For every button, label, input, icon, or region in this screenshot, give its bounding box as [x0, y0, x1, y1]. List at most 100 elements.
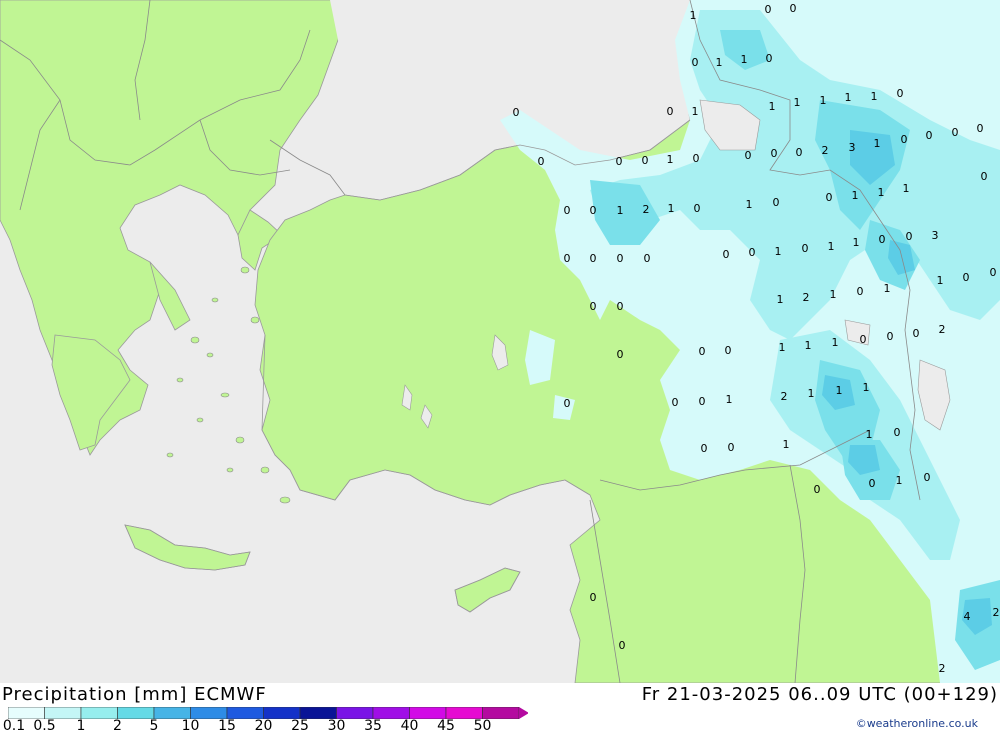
precip-value-label: 0	[672, 396, 679, 409]
credit: ©weatheronline.co.uk	[855, 717, 978, 730]
precip-value-label: 1	[832, 336, 839, 349]
precip-value-label: 2	[643, 203, 650, 216]
precip-value-label: 1	[828, 240, 835, 253]
precip-value-label: 1	[794, 96, 801, 109]
scale-label: 40	[400, 718, 419, 734]
precip-value-label: 1	[937, 274, 944, 287]
precip-value-label: 0	[538, 155, 545, 168]
precip-value-label: 0	[564, 204, 571, 217]
precip-value-label: 1	[903, 182, 910, 195]
precip-value-label: 1	[830, 288, 837, 301]
precip-value-label: 1	[836, 384, 843, 397]
precip-value-label: 0	[901, 133, 908, 146]
precip-value-label: 0	[857, 285, 864, 298]
scale-label: 2	[113, 718, 122, 734]
scale-swatch	[80, 707, 118, 719]
precip-value-label: 1	[896, 474, 903, 487]
precip-value-label: 0	[826, 191, 833, 204]
precip-value-label: 1	[884, 282, 891, 295]
precip-value-label: 0	[642, 154, 649, 167]
precip-value-label: 1	[871, 90, 878, 103]
precip-value-label: 0	[564, 397, 571, 410]
precip-value-label: 1	[716, 56, 723, 69]
precip-value-label: 0	[692, 56, 699, 69]
precip-value-label: 0	[699, 395, 706, 408]
precip-value-label: 0	[796, 146, 803, 159]
precip-value-label: 3	[849, 141, 856, 154]
precip-value-label: 1	[808, 387, 815, 400]
precip-value-label: 0	[790, 2, 797, 15]
scale-label: 45	[437, 718, 455, 734]
precip-value-label: 0	[617, 348, 624, 361]
precip-value-label: 1	[775, 245, 782, 258]
precip-value-label: 0	[693, 152, 700, 165]
precip-value-label: 0	[981, 170, 988, 183]
precip-value-label: 0	[887, 330, 894, 343]
precip-value-label: 0	[894, 426, 901, 439]
precip-value-label: 0	[728, 441, 735, 454]
precip-value-label: 1	[805, 339, 812, 352]
precip-value-label: 0	[725, 344, 732, 357]
precip-value-label: 0	[924, 471, 931, 484]
precip-value-label: 0	[745, 149, 752, 162]
precip-value-label: 0	[771, 147, 778, 160]
precip-value-label: 0	[860, 333, 867, 346]
precip-value-label: 0	[644, 252, 651, 265]
precip-value-label: 1	[863, 381, 870, 394]
precip-value-label: 1	[852, 189, 859, 202]
precip-value-label: 1	[746, 198, 753, 211]
precip-value-label: 1	[617, 204, 624, 217]
scale-label: 0.1	[2, 718, 26, 734]
precip-value-label: 0	[814, 483, 821, 496]
precip-value-label: 0	[766, 52, 773, 65]
precip-value-label: 0	[723, 248, 730, 261]
precip-value-label: 0	[926, 129, 933, 142]
precip-value-label: 1	[692, 105, 699, 118]
precip-value-label: 4	[964, 610, 971, 623]
precip-value-label: 1	[668, 202, 675, 215]
precip-value-label: 0	[619, 639, 626, 652]
precip-value-label: 2	[822, 144, 829, 157]
precip-value-label: 1	[853, 236, 860, 249]
precip-value-label: 0	[617, 252, 624, 265]
precip-value-label: 0	[617, 300, 624, 313]
precip-value-label: 0	[977, 122, 984, 135]
scale-arrow	[519, 707, 528, 719]
precip-value-label: 0	[952, 126, 959, 139]
scale-label: 50	[473, 718, 492, 734]
precip-value-label: 2	[993, 606, 1000, 619]
scale-label: 1	[76, 718, 86, 734]
precip-value-label: 1	[783, 438, 790, 451]
precip-value-label: 0	[590, 591, 597, 604]
precip-value-label: 0	[590, 204, 597, 217]
footer: Precipitation [mm] ECMWF Fr 21-03-2025 0…	[0, 683, 1000, 734]
precip-value-label: 1	[741, 53, 748, 66]
precip-value-label: 1	[690, 9, 697, 22]
forecast-time: Fr 21-03-2025 06..09 UTC (00+129)	[641, 684, 998, 705]
precip-value-label: 3	[932, 229, 939, 242]
precip-value-label: 0	[906, 230, 913, 243]
precip-value-label: 1	[779, 341, 786, 354]
precip-value-label: 1	[667, 153, 674, 166]
precip-value-label: 0	[897, 87, 904, 100]
precip-value-label: 1	[820, 94, 827, 107]
precip-value-label: 0	[590, 300, 597, 313]
scale-label: 30	[327, 718, 346, 734]
precip-value-label: 2	[939, 323, 946, 336]
scale-label: 15	[218, 718, 236, 734]
precip-value-label: 1	[845, 91, 852, 104]
precip-value-label: 0	[564, 252, 571, 265]
precip-value-label: 0	[694, 202, 701, 215]
precip-value-label: 0	[879, 233, 886, 246]
precip-value-label: 2	[939, 662, 946, 675]
precip-value-label: 0	[699, 345, 706, 358]
scale-swatch	[117, 707, 155, 719]
precip-value-label: 0	[667, 105, 674, 118]
precip-value-label: 0	[963, 271, 970, 284]
precip-value-label: 1	[878, 186, 885, 199]
precip-value-label: 0	[913, 327, 920, 340]
scale-label: 25	[291, 718, 309, 734]
scale-label: 10	[181, 718, 200, 734]
precip-value-label: 0	[590, 252, 597, 265]
scale-label: 0.5	[33, 718, 56, 734]
